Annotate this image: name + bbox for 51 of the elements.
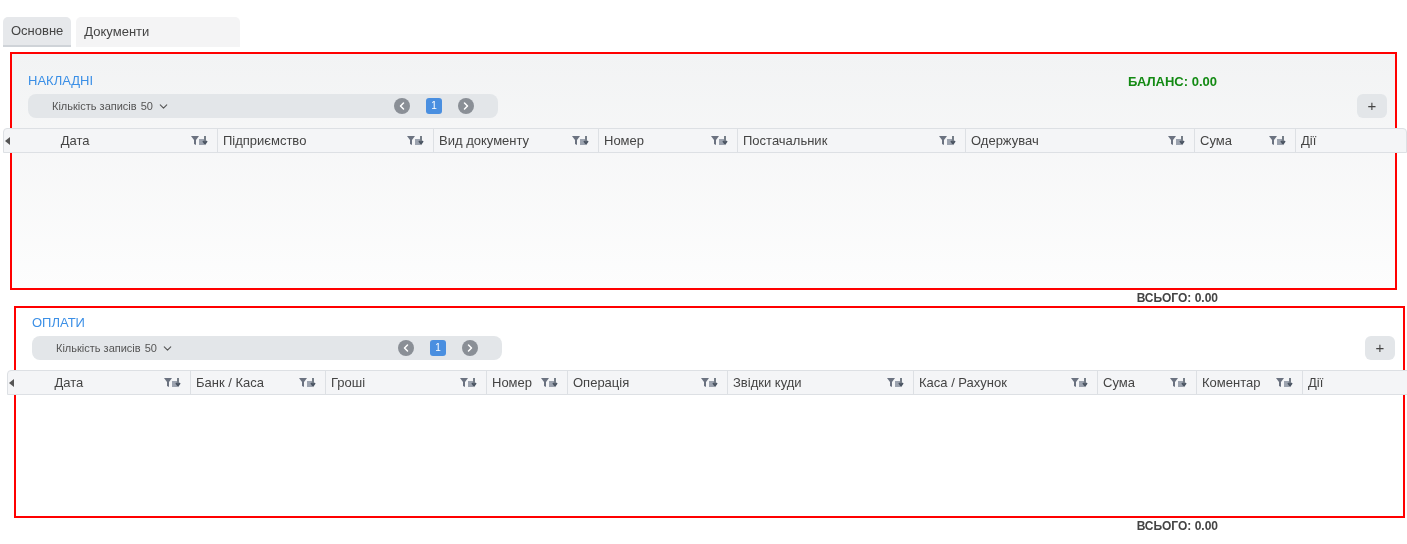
column-header[interactable]: Дата [54,372,84,393]
filter-sort-icon[interactable] [711,135,729,146]
collapse-arrow-icon[interactable] [5,136,10,145]
column-header[interactable]: Номер [604,130,644,151]
column-header[interactable]: Одержувач [971,130,1039,151]
filter-sort-icon[interactable] [1071,377,1089,388]
total-label: ВСЬОГО: 0.00 [1136,519,1218,533]
tab[interactable]: Основне [3,17,72,47]
column-header[interactable]: Звідки куди [733,372,802,393]
collapse-arrow-icon[interactable] [9,378,14,387]
filter-sort-icon[interactable] [572,135,590,146]
add-button[interactable]: + [1357,94,1387,118]
filter-sort-icon[interactable] [1269,135,1287,146]
tab[interactable]: Документи [76,17,241,47]
filter-sort-icon[interactable] [701,377,719,388]
column-header[interactable]: Операція [573,372,630,393]
total-label: ВСЬОГО: 0.00 [1136,291,1218,305]
column-header[interactable]: Банк / Каса [196,372,264,393]
add-button[interactable]: + [1365,336,1395,360]
previous-page-button[interactable] [394,98,410,114]
filter-sort-icon[interactable] [939,135,957,146]
column-header[interactable]: Каса / Рахунок [919,372,1007,393]
column-header[interactable]: Дії [1308,372,1324,393]
column-header[interactable]: Коментар [1202,372,1261,393]
column-header[interactable]: Дата [60,130,90,151]
next-page-button[interactable] [462,340,478,356]
column-header[interactable]: Дії [1301,130,1317,151]
column-header[interactable]: Підприємство [223,130,307,151]
filter-sort-icon[interactable] [887,377,905,388]
column-header[interactable]: Сума [1200,130,1232,151]
page-size-select[interactable]: Кількість записів 50 [56,339,174,357]
filter-sort-icon[interactable] [1168,135,1186,146]
filter-sort-icon[interactable] [541,377,559,388]
section-title: НАКЛАДНІ [28,72,95,90]
filter-sort-icon[interactable] [1276,377,1294,388]
column-header[interactable]: Сума [1103,372,1135,393]
column-header[interactable]: Номер [492,372,532,393]
filter-sort-icon[interactable] [163,377,182,388]
filter-sort-icon[interactable] [191,135,209,146]
filter-sort-icon[interactable] [1170,377,1188,388]
column-header[interactable]: Гроші [331,372,366,393]
section-title: ОПЛАТИ [32,314,86,332]
page-size-select[interactable]: Кількість записів 50 [52,97,170,115]
column-header[interactable]: Постачальник [743,130,828,151]
balance-label: БАЛАНС: 0.00 [1128,73,1217,90]
column-header[interactable]: Вид документу [439,130,530,151]
next-page-button[interactable] [458,98,474,114]
previous-page-button[interactable] [398,340,414,356]
filter-sort-icon[interactable] [460,377,478,388]
filter-sort-icon[interactable] [299,377,317,388]
filter-sort-icon[interactable] [407,135,425,146]
